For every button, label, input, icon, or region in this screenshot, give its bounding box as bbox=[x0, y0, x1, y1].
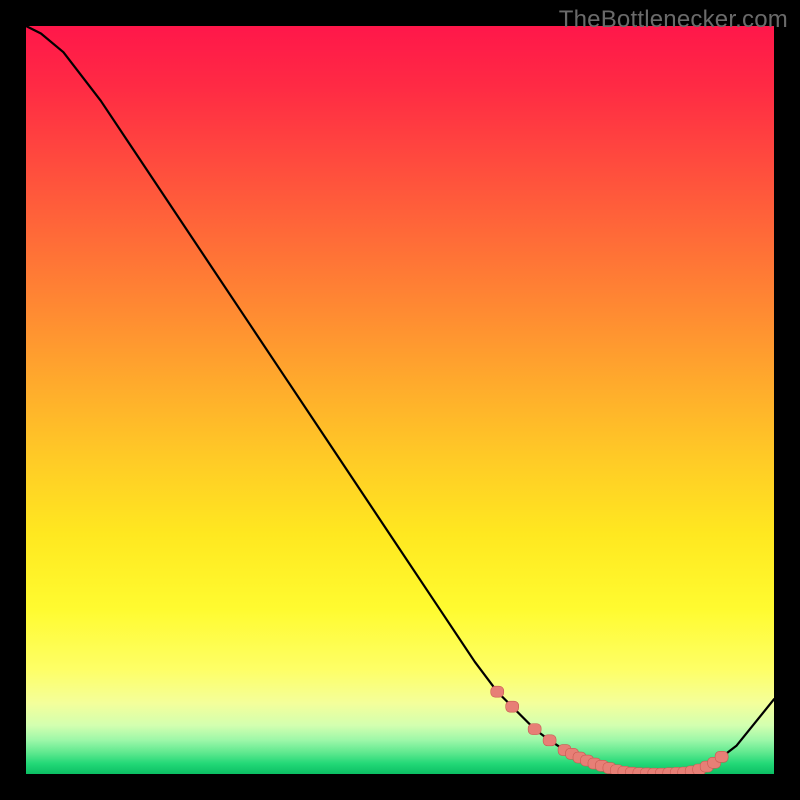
watermark-label: TheBottlenecker.com bbox=[559, 6, 788, 34]
plot-area bbox=[26, 26, 774, 774]
chart-svg bbox=[26, 26, 774, 774]
chart-stage: TheBottlenecker.com bbox=[0, 0, 800, 800]
curve-markers bbox=[491, 686, 728, 774]
curve-line bbox=[26, 26, 774, 774]
